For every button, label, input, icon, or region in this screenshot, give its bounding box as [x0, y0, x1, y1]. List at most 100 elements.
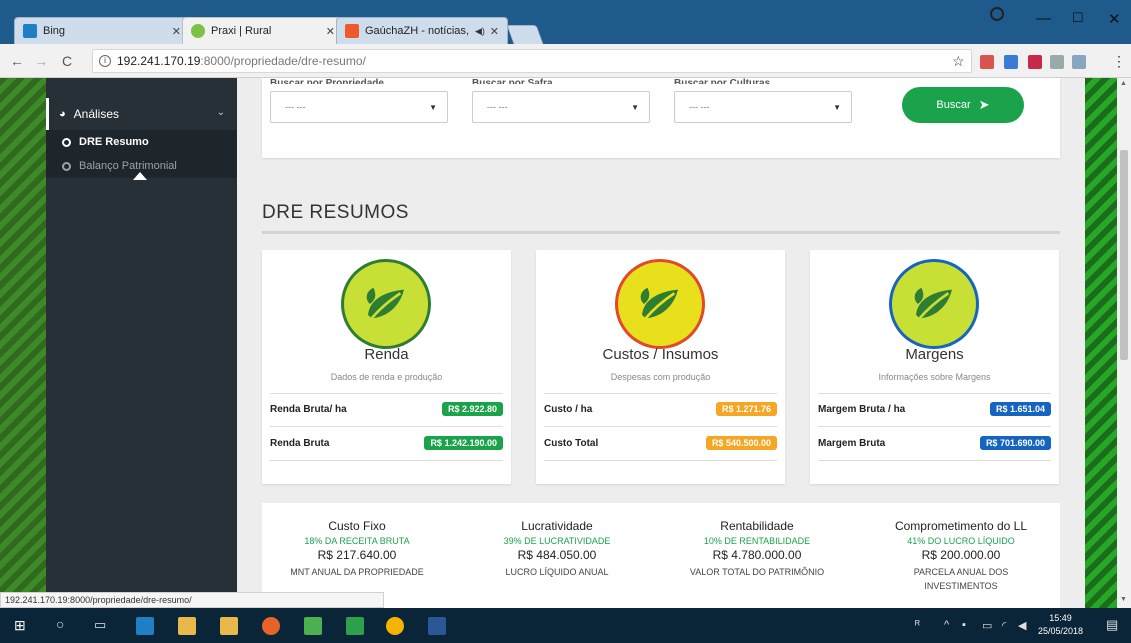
sidebar-item-label: DRE Resumo [79, 136, 149, 148]
window-close-icon[interactable]: ✕ [1108, 10, 1121, 28]
tab-strip: Bing ✕ Praxi | Rural ✕ GaúchaZH - notíci… [0, 0, 1131, 44]
status-bubble: 192.241.170.19:8000/propriedade/dre-resu… [0, 592, 384, 608]
browser-toolbar: ← → C i 192.241.170.19:8000/propriedade/… [0, 44, 1131, 78]
metric-description: PARCELA ANUAL DOS INVESTIMENTOS [913, 567, 1009, 591]
extension-icon[interactable] [1004, 55, 1018, 69]
speaker-icon[interactable]: ◀) [475, 26, 485, 37]
paper-plane-icon: ➤ [978, 97, 990, 112]
reload-icon[interactable]: C [62, 53, 72, 69]
minimize-icon[interactable]: — [1036, 10, 1051, 27]
url-path: :8000/propriedade/dre-resumo/ [200, 54, 366, 68]
firefox-icon[interactable] [262, 617, 280, 635]
select-value: --- --- [285, 102, 306, 112]
row-label: Renda Bruta/ ha [270, 404, 347, 415]
bing-icon [23, 24, 37, 38]
scroll-down-icon[interactable]: ▼ [1120, 596, 1127, 603]
card-subtitle: Informações sobre Margens [878, 372, 991, 382]
card-title: Renda [364, 346, 409, 363]
store-icon[interactable] [220, 617, 238, 635]
divider [262, 231, 1060, 234]
sidebar-item-analises[interactable]: ◕ Análises ⌄ [46, 98, 237, 130]
chrome-icon[interactable] [386, 617, 404, 635]
close-icon[interactable]: ✕ [326, 25, 335, 38]
leaf-icon [344, 262, 428, 346]
wifi-icon[interactable]: ◜ [1002, 619, 1006, 632]
file-explorer-icon[interactable] [178, 617, 196, 635]
caret-down-icon: ▼ [833, 103, 841, 112]
margens-card: Margens Informações sobre Margens Margem… [810, 250, 1059, 484]
circle-icon [62, 161, 71, 171]
leaf-icon [191, 24, 205, 38]
row-label: Margem Bruta / ha [818, 404, 906, 415]
windows-start-icon[interactable]: ⊞ [14, 617, 26, 634]
notifications-icon[interactable]: ▤ [1106, 617, 1118, 633]
card-title: Margens [905, 346, 964, 363]
pocket-icon[interactable] [980, 55, 994, 69]
browser-window: Bing ✕ Praxi | Rural ✕ GaúchaZH - notíci… [0, 0, 1131, 608]
profile-icon[interactable] [990, 7, 1004, 21]
divider [544, 460, 777, 461]
forward-icon[interactable]: → [34, 53, 48, 69]
culturas-select[interactable]: --- --- ▼ [674, 91, 852, 123]
extension-icon[interactable] [1072, 55, 1086, 69]
value-badge: R$ 1.651.04 [989, 402, 1051, 416]
page-scrollbar[interactable]: ▲ ▼ [1117, 78, 1131, 608]
close-icon[interactable]: ✕ [490, 25, 499, 38]
network-icon[interactable]: ▪ [962, 619, 966, 631]
app-icon[interactable] [346, 617, 364, 635]
divider [818, 393, 1051, 394]
card-subtitle: Dados de renda e produção [330, 372, 443, 382]
extension-icon[interactable] [1028, 55, 1042, 69]
metric-description: VALOR TOTAL DO PATRIMÔNIO [689, 567, 825, 577]
card-title: Custos / Insumos [602, 346, 719, 363]
info-icon[interactable]: i [99, 55, 111, 67]
star-icon[interactable]: ☆ [952, 53, 965, 70]
scrollbar-thumb[interactable] [1120, 150, 1128, 360]
menu-icon[interactable]: ⋮ [1112, 53, 1126, 70]
clock-date: 25/05/2018 [1038, 626, 1084, 636]
tab-praxi[interactable]: Praxi | Rural ✕ [182, 17, 344, 44]
search-icon[interactable]: ○ [56, 616, 64, 632]
search-button[interactable]: Buscar ➤ [902, 87, 1024, 123]
maximize-icon[interactable]: ☐ [1072, 10, 1084, 26]
safra-select[interactable]: --- --- ▼ [472, 91, 650, 123]
tab-title: Praxi | Rural [211, 25, 272, 37]
tab-title: Bing [43, 25, 66, 37]
tab-gaucha[interactable]: GaúchaZH - notícias, ◀) ✕ [336, 17, 508, 44]
row-label: Margem Bruta [818, 438, 886, 449]
back-icon[interactable]: ← [10, 53, 24, 69]
renda-card: Renda Dados de renda e produção Renda Br… [262, 250, 511, 484]
property-select[interactable]: --- --- ▼ [270, 91, 448, 123]
tab-bing[interactable]: Bing ✕ [14, 17, 190, 44]
volume-icon[interactable]: ◀ [1018, 619, 1026, 632]
value-badge: R$ 1.242.190.00 [424, 436, 503, 450]
new-tab-button[interactable] [506, 25, 544, 44]
photos-icon[interactable] [304, 617, 322, 635]
scroll-up-icon[interactable]: ▲ [1120, 80, 1127, 87]
metric-value: R$ 4.780.000.00 [712, 548, 802, 562]
taskbar: ⊞ ○ ▭ ᴿ ^ ▪ ▭ ◜ ◀ 15:49 25/05/2018 ▤ [0, 608, 1131, 643]
task-view-icon[interactable]: ▭ [94, 617, 106, 633]
battery-icon[interactable]: ▭ [982, 619, 992, 632]
metric-value: R$ 217.640.00 [317, 548, 397, 562]
row-label: Renda Bruta [270, 438, 330, 449]
gaucha-icon [345, 24, 359, 38]
edge-icon[interactable] [136, 617, 154, 635]
card-subtitle: Despesas com produção [610, 372, 711, 382]
sidebar-item-dre-resumo[interactable]: DRE Resumo [46, 130, 237, 154]
filter-label: Buscar por Safra [472, 78, 553, 84]
metric-title: Comprometimento do LL [894, 519, 1028, 533]
metric-value: R$ 200.000.00 [921, 548, 1001, 562]
clock[interactable]: 15:49 25/05/2018 [1038, 612, 1083, 638]
circle-icon [62, 137, 71, 147]
background-decoration [0, 78, 46, 608]
caret-down-icon: ▼ [429, 103, 437, 112]
extension-icon[interactable] [1050, 55, 1064, 69]
people-icon[interactable]: ᴿ [915, 619, 920, 631]
metric-title: Lucratividade [521, 519, 593, 533]
chevron-up-icon[interactable]: ^ [944, 619, 949, 631]
metric-title: Custo Fixo [328, 519, 386, 533]
word-icon[interactable] [428, 617, 446, 635]
address-bar[interactable]: i 192.241.170.19:8000/propriedade/dre-re… [92, 49, 972, 73]
close-icon[interactable]: ✕ [172, 25, 181, 38]
